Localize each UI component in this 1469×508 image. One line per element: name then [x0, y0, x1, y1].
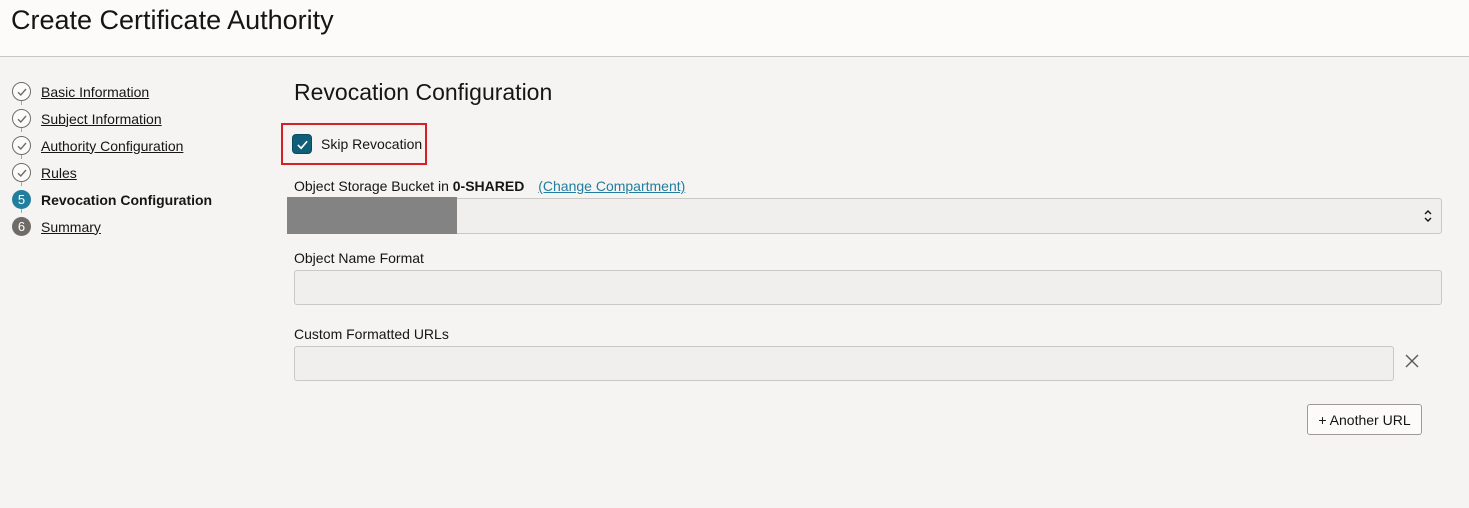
object-name-format-input[interactable]: [294, 270, 1442, 305]
checkmark-icon: [296, 140, 308, 149]
skip-revocation-label[interactable]: Skip Revocation: [321, 136, 422, 152]
select-chevrons-icon: [1424, 210, 1432, 222]
compartment-name: 0-SHARED: [452, 178, 525, 194]
step-label[interactable]: Summary: [41, 219, 101, 235]
page-header: Create Certificate Authority: [0, 0, 1469, 57]
step-basic-information[interactable]: Basic Information: [12, 78, 262, 105]
step-summary[interactable]: 6 Summary: [12, 213, 262, 240]
section-title: Revocation Configuration: [294, 79, 553, 105]
change-compartment-link[interactable]: (Change Compartment): [538, 178, 685, 194]
step-number-badge: 5: [12, 190, 31, 209]
page-title: Create Certificate Authority: [11, 5, 334, 35]
bucket-select[interactable]: [294, 198, 1442, 234]
bucket-label-text: Object Storage Bucket in: [294, 178, 449, 194]
skip-revocation-checkbox[interactable]: [292, 134, 312, 154]
add-another-url-button[interactable]: + Another URL: [1307, 404, 1422, 435]
step-label: Revocation Configuration: [41, 191, 213, 208]
step-label[interactable]: Basic Information: [41, 84, 149, 100]
check-circle-icon: [12, 82, 31, 101]
step-rules[interactable]: Rules: [12, 159, 262, 186]
check-circle-icon: [12, 109, 31, 128]
step-authority-configuration[interactable]: Authority Configuration: [12, 132, 262, 159]
wizard-steps: Basic Information Subject Information Au…: [12, 78, 262, 240]
step-number-badge: 6: [12, 217, 31, 236]
bucket-label: Object Storage Bucket in 0-SHARED (Chang…: [294, 178, 685, 194]
step-label[interactable]: Authority Configuration: [41, 138, 183, 154]
step-label[interactable]: Subject Information: [41, 111, 162, 127]
step-revocation-configuration: 5 Revocation Configuration: [12, 186, 262, 213]
skip-revocation-highlight: Skip Revocation: [281, 123, 427, 165]
check-circle-icon: [12, 163, 31, 182]
check-circle-icon: [12, 136, 31, 155]
custom-urls-label: Custom Formatted URLs: [294, 326, 449, 342]
object-name-format-label: Object Name Format: [294, 250, 424, 266]
redacted-value: [287, 197, 457, 234]
close-icon[interactable]: [1403, 352, 1421, 370]
step-subject-information[interactable]: Subject Information: [12, 105, 262, 132]
step-label[interactable]: Rules: [41, 165, 77, 181]
custom-url-input[interactable]: [294, 346, 1394, 381]
